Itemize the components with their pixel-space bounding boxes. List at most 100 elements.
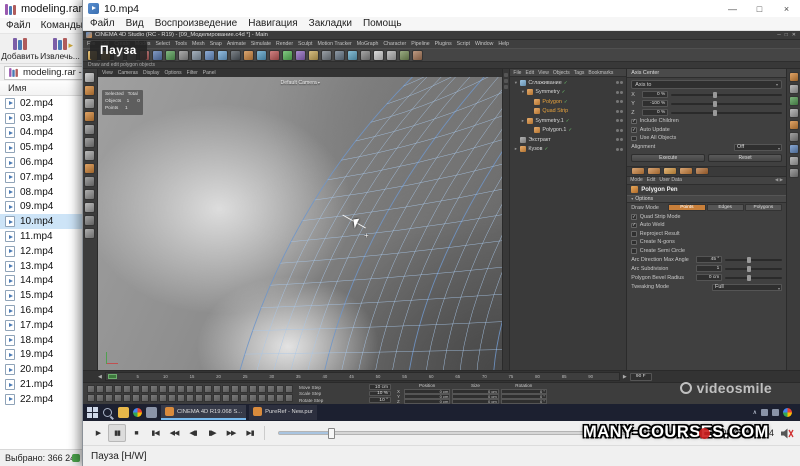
c4d-tool-icon[interactable] [191, 50, 202, 61]
player-menu-item[interactable]: Вид [126, 18, 144, 29]
c4d-menu-item[interactable]: Window [475, 41, 493, 47]
c4d-tool-icon[interactable] [334, 50, 345, 61]
palette-icon[interactable] [123, 385, 131, 393]
options-section-header[interactable]: Options [627, 195, 786, 203]
enabled-check-icon[interactable] [545, 146, 550, 152]
start-button-icon[interactable] [87, 407, 99, 419]
player-control-button[interactable]: ■ [127, 424, 145, 442]
object-manager-menu-item[interactable]: Bookmarks [588, 70, 613, 76]
axis-checkbox-row[interactable]: Auto Update [627, 126, 786, 135]
timeline-next-icon[interactable]: ▶ [623, 374, 627, 380]
viewport-menu-item[interactable]: Filter [187, 70, 198, 76]
player-menu-item[interactable]: Файл [90, 18, 115, 29]
c4d-palette-icon[interactable] [84, 163, 95, 174]
c4d-palette-icon[interactable] [84, 228, 95, 239]
palette-icon[interactable] [168, 385, 176, 393]
palette-icon[interactable] [186, 394, 194, 402]
palette-icon[interactable] [96, 394, 104, 402]
player-menu-item[interactable]: Навигация [248, 18, 297, 29]
player-menu-item[interactable]: Закладки [309, 18, 352, 29]
window-button[interactable]: — [719, 0, 746, 17]
player-control-button[interactable]: ▮◀ [146, 424, 164, 442]
object-tree-item[interactable]: ▾ Сглаживание [510, 78, 626, 88]
object-name[interactable]: Symmetry [535, 89, 559, 95]
c4d-menu-item[interactable]: Motion Tracker [317, 41, 351, 47]
c4d-palette-icon[interactable] [84, 124, 95, 135]
timeline-playhead[interactable] [108, 374, 117, 379]
visibility-dots-icon[interactable] [616, 148, 627, 151]
tray-network-icon[interactable] [783, 408, 792, 417]
object-name[interactable]: Сглаживание [528, 80, 561, 86]
slider-track[interactable] [671, 112, 782, 114]
player-menu-item[interactable]: Помощь [363, 18, 402, 29]
c4d-menu-item[interactable]: Render [276, 41, 293, 47]
viewport-menu-item[interactable]: Display [143, 70, 159, 76]
tray-icon[interactable] [772, 409, 779, 416]
palette-icon[interactable] [276, 394, 284, 402]
c4d-palette-icon[interactable] [84, 98, 95, 109]
slider-track[interactable] [725, 277, 782, 279]
c4d-palette-icon[interactable] [84, 150, 95, 161]
checkbox[interactable] [631, 223, 637, 229]
shelf-script-icon[interactable] [695, 167, 709, 175]
player-control-button[interactable]: ◀▮ [184, 424, 202, 442]
c4d-window-button[interactable]: ─ [777, 32, 781, 38]
c4d-palette-icon[interactable] [84, 215, 95, 226]
timeline-ruler[interactable]: 051015202530354045505560657075808590 [105, 372, 620, 381]
c4d-tool-icon[interactable] [230, 50, 241, 61]
object-tree-item[interactable]: Экстракт [510, 135, 626, 145]
axis-to-combo[interactable]: Axis to▾ [631, 80, 782, 89]
window-button[interactable]: □ [746, 0, 773, 17]
object-manager-menu-item[interactable]: File [513, 70, 521, 76]
c4d-tool-icon[interactable] [399, 50, 410, 61]
c4d-palette-icon[interactable] [84, 111, 95, 122]
expand-arrow-icon[interactable]: ▾ [513, 80, 518, 86]
expand-arrow-icon[interactable]: ▸ [513, 146, 518, 152]
palette-icon[interactable] [258, 394, 266, 402]
object-tree-item[interactable]: ▸ Кузов [510, 145, 626, 155]
c4d-menu-item[interactable]: Select [155, 41, 169, 47]
viewport-menu-item[interactable]: Cameras [118, 70, 138, 76]
c4d-menu-item[interactable]: Plugins [435, 41, 452, 47]
player-control-button[interactable]: ▮▶ [203, 424, 221, 442]
quantize-value[interactable]: 10 cm [369, 384, 391, 390]
viewport-splitter[interactable] [502, 69, 510, 370]
c4d-tool-icon[interactable] [204, 50, 215, 61]
tool-option-checkbox-row[interactable]: Create Semi Circle [627, 247, 786, 256]
c4d-palette-icon[interactable] [84, 137, 95, 148]
attribute-menu-item[interactable]: Mode [630, 177, 643, 183]
c4d-window-button[interactable]: ✕ [792, 32, 796, 38]
enabled-check-icon[interactable] [566, 118, 571, 124]
c4d-window-button[interactable]: □ [785, 32, 788, 38]
coordinate-field[interactable]: 0 cm [452, 399, 498, 404]
snap-palette-icon[interactable] [789, 72, 799, 82]
taskbar-app-button[interactable]: PureRef - New.pur [249, 405, 317, 420]
object-name[interactable]: Polygon [542, 99, 561, 105]
snap-palette-icon[interactable] [789, 144, 799, 154]
c4d-menu-item[interactable]: Sculpt [298, 41, 312, 47]
object-name[interactable]: Кузов [528, 146, 542, 152]
video-area[interactable]: CINEMA 4D Studio (RC - R19) - [09_Модели… [83, 31, 800, 421]
tray-icon[interactable] [761, 409, 768, 416]
c4d-menu-item[interactable]: Pipeline [411, 41, 429, 47]
visibility-dots-icon[interactable] [616, 129, 627, 132]
palette-icon[interactable] [177, 394, 185, 402]
attribute-menu-item[interactable]: User Data [659, 177, 682, 183]
c4d-tool-icon[interactable] [321, 50, 332, 61]
checkbox[interactable] [631, 127, 637, 133]
viewport-canvas[interactable]: Default Camera Selected TotalObjects 1 0… [98, 77, 502, 370]
option-value[interactable]: 0 cm [696, 274, 722, 281]
c4d-tool-icon[interactable] [178, 50, 189, 61]
palette-icon[interactable] [159, 385, 167, 393]
palette-icon[interactable] [159, 394, 167, 402]
snap-palette-icon[interactable] [789, 132, 799, 142]
browser-icon[interactable] [133, 408, 142, 417]
taskbar-app-button[interactable]: CINEMA 4D R19.068 S... [161, 405, 246, 420]
expand-arrow-icon[interactable]: ▾ [520, 89, 525, 95]
slider-track[interactable] [671, 94, 782, 96]
c4d-tool-icon[interactable] [412, 50, 423, 61]
checkbox[interactable] [631, 231, 637, 237]
expand-arrow-icon[interactable]: ▸ [520, 118, 525, 124]
palette-icon[interactable] [186, 385, 194, 393]
palette-icon[interactable] [150, 394, 158, 402]
